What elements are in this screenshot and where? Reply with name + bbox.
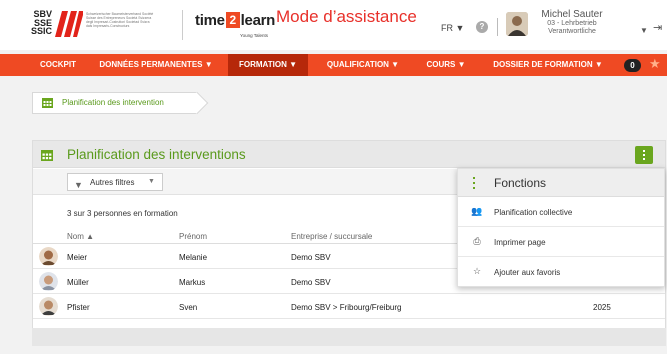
cell-entreprise: Demo SBV (291, 278, 331, 287)
menu-item-label: Ajouter aux favoris (494, 268, 561, 277)
nav-donnees-permanentes[interactable]: DONNÉES PERMANENTES ▼ (92, 54, 220, 76)
nav-cockpit[interactable]: COCKPIT (32, 54, 84, 76)
cell-nom: Meier (67, 253, 88, 262)
breadcrumb: Planification des intervention (32, 91, 209, 115)
cell-prenom: Melanie (179, 253, 208, 262)
cell-prenom: Sven (179, 303, 198, 312)
functions-title: Fonctions (494, 176, 547, 190)
logo-word-time: time (195, 12, 225, 29)
person-avatar (39, 247, 58, 266)
column-entreprise[interactable]: Entreprise / succursale (291, 232, 372, 241)
group-icon: 👥 (471, 206, 483, 216)
cell-entreprise: Demo SBV (291, 253, 331, 262)
printer-icon: ⎙ (473, 236, 481, 246)
cell-nom: Müller (67, 278, 89, 287)
breadcrumb-link[interactable]: Planification des intervention (62, 98, 164, 107)
person-avatar (39, 272, 58, 291)
logo-fine-print: Schweizerischer Baumeisterverband Sociét… (86, 12, 154, 28)
other-filters-label: Autres filtres (90, 178, 135, 187)
calendar-icon (41, 150, 53, 161)
user-role-line1: 03 - Lehrbetrieb (547, 20, 597, 27)
other-filters-button[interactable]: ▼ Autres filtres ▼ (67, 173, 163, 191)
person-avatar (39, 297, 58, 316)
functions-dropdown: Fonctions 👥 Planification collective ⎙ I… (457, 168, 665, 287)
cell-entreprise: Demo SBV > Fribourg/Freiburg (291, 303, 402, 312)
star-add-icon: ☆ (472, 266, 482, 276)
logo-word-learn: learn (240, 12, 276, 29)
functions-menu-button[interactable] (635, 146, 653, 164)
app-tagline: Young Talents (240, 33, 269, 38)
nav-qualification[interactable]: QUALIFICATION ▼ (318, 54, 408, 76)
menu-item-label: Planification collective (494, 208, 573, 217)
column-nom[interactable]: Nom ▲ (67, 232, 94, 241)
header-vertical-divider (497, 18, 498, 36)
time2learn-logo[interactable]: time 2 learn (195, 12, 275, 29)
menu-item-planification-collective[interactable]: 👥 Planification collective (458, 198, 664, 227)
favorites-star-icon[interactable]: ★ (649, 56, 661, 72)
nav-cours[interactable]: COURS ▼ (418, 54, 474, 76)
logo-stripes-icon (55, 11, 83, 37)
panel-title: Planification des interventions (67, 147, 246, 162)
horizontal-scrollbar[interactable] (32, 328, 666, 346)
menu-item-ajouter-aux-favoris[interactable]: ☆ Ajouter aux favoris (458, 258, 664, 287)
mode-assistance-label: Mode d’assistance (276, 7, 417, 26)
nav-dossier-de-formation[interactable]: DOSSIER DE FORMATION ▼ (486, 54, 610, 76)
calendar-icon (42, 98, 53, 108)
chevron-down-icon: ▼ (148, 178, 155, 185)
results-count: 3 sur 3 personnes en formation (67, 209, 178, 218)
help-icon[interactable]: ? (476, 21, 488, 33)
main-nav: COCKPIT DONNÉES PERMANENTES ▼ FORMATION … (0, 54, 667, 76)
notification-badge[interactable]: 0 (624, 59, 641, 72)
cell-annee: 2025 (593, 303, 611, 312)
user-info[interactable]: Michel Sauter 03 - Lehrbetrieb Verantwor… (537, 9, 607, 36)
user-role-line2: Verantwortliche (548, 28, 596, 35)
cell-nom: Pfister (67, 303, 90, 312)
user-avatar[interactable] (506, 12, 528, 36)
menu-item-label: Imprimer page (494, 238, 546, 247)
app-header: SBV SSE SSIC Schweizerischer Baumeisterv… (0, 0, 667, 50)
panel-header: Planification des interventions (33, 141, 665, 168)
filter-funnel-icon: ▼ (74, 180, 83, 190)
logout-icon[interactable]: ⇥ (653, 21, 662, 34)
logo-abbreviations: SBV SSE SSIC (28, 10, 52, 36)
functions-dropdown-header: Fonctions (458, 169, 664, 197)
user-name: Michel Sauter (541, 9, 603, 20)
logo-digit-two: 2 (225, 12, 240, 28)
column-prenom[interactable]: Prénom (179, 232, 207, 241)
nav-formation[interactable]: FORMATION ▼ (228, 54, 308, 76)
sbv-logo[interactable]: SBV SSE SSIC Schweizerischer Baumeisterv… (28, 8, 178, 42)
menu-item-imprimer-page[interactable]: ⎙ Imprimer page (458, 228, 664, 257)
table-row[interactable]: Pfister Sven Demo SBV > Fribourg/Freibur… (33, 295, 665, 319)
user-menu-caret-icon[interactable]: ▼ (640, 26, 648, 35)
user-avatar-image (506, 12, 528, 36)
cell-prenom: Markus (179, 278, 206, 287)
logo-abbr-ssic: SSIC (30, 26, 52, 36)
kebab-menu-icon (472, 176, 476, 190)
header-divider (182, 10, 183, 40)
language-selector[interactable]: FR ▼ (441, 23, 464, 33)
